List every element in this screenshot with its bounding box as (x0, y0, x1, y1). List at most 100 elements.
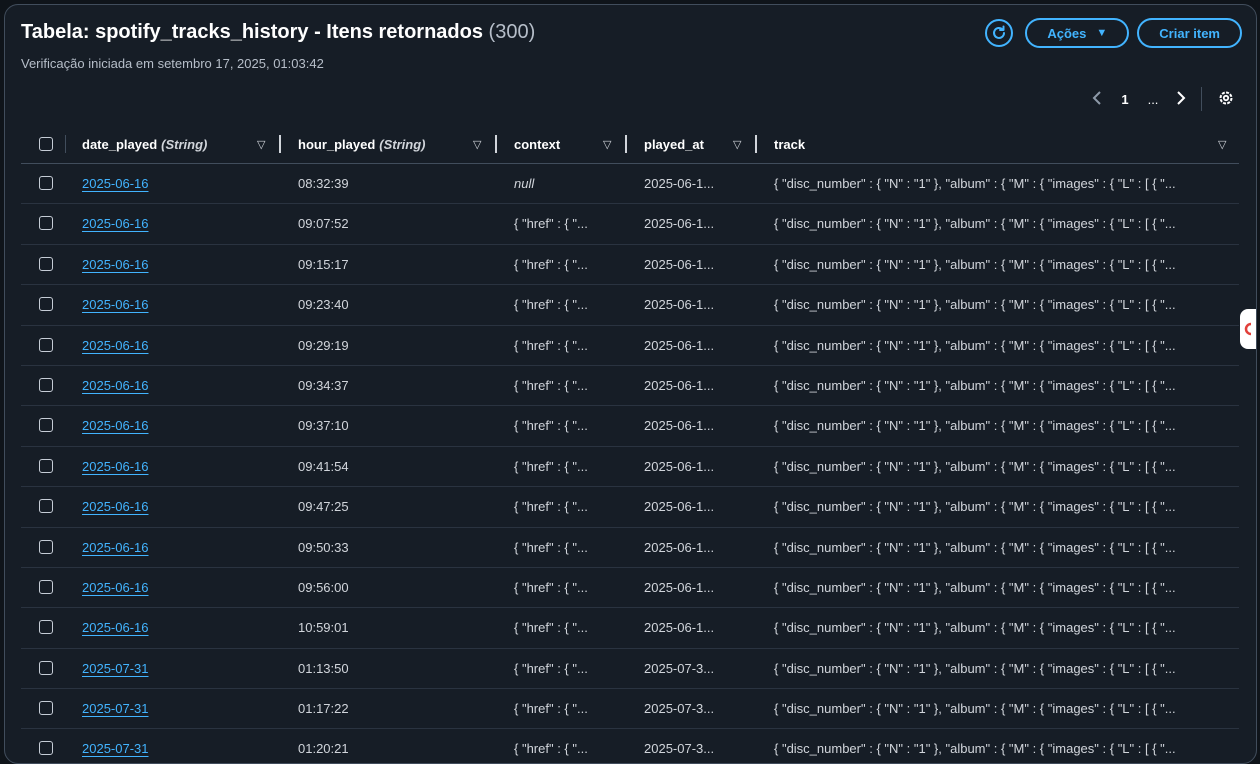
date-played-link[interactable]: 2025-06-16 (82, 620, 149, 635)
row-checkbox[interactable] (39, 660, 53, 675)
row-checkbox[interactable] (39, 418, 53, 433)
row-checkbox[interactable] (39, 499, 53, 514)
table-row[interactable]: 2025-06-16 09:37:10 { "href" : { "... 2025-… (21, 406, 1239, 447)
column-type: (String) (379, 136, 426, 152)
table-row[interactable]: 2025-06-16 08:32:39 null 2025-06-1... { "dis… (21, 164, 1239, 205)
table-cell: 2025-06-1... (644, 608, 749, 647)
table-row[interactable]: 2025-06-16 09:56:00 { "href" : { "... 2025-… (21, 568, 1239, 609)
column-header-date-played[interactable]: date_played (String) (82, 125, 207, 163)
date-played-link[interactable]: 2025-06-16 (82, 338, 149, 353)
cell-context: { "href" : { "... (514, 539, 588, 555)
table-cell: 2025-06-1... (644, 528, 749, 567)
create-item-button[interactable]: Criar item (1137, 18, 1242, 48)
row-checkbox[interactable] (39, 579, 53, 594)
row-checkbox[interactable] (39, 256, 53, 271)
column-header-played-at[interactable]: played_at (644, 125, 704, 163)
row-checkbox[interactable] (39, 620, 53, 635)
table-row[interactable]: 2025-06-16 09:41:54 { "href" : { "... 2025-… (21, 447, 1239, 488)
table-cell: 09:23:40 (298, 285, 488, 324)
column-resize-handle[interactable] (755, 135, 757, 153)
cell-track: { "disc_number" : { "N" : "1" }, "album"… (774, 741, 1176, 757)
pagination-ellipsis[interactable]: ... (1139, 92, 1167, 107)
row-checkbox[interactable] (39, 377, 53, 392)
cell-track: { "disc_number" : { "N" : "1" }, "album"… (774, 377, 1176, 393)
date-played-link[interactable]: 2025-06-16 (82, 378, 149, 393)
sort-down-icon[interactable]: ▽ (603, 125, 611, 163)
cell-context: { "href" : { "... (514, 499, 588, 515)
column-resize-handle[interactable] (625, 135, 627, 153)
row-checkbox[interactable] (39, 297, 53, 312)
cell-context: { "href" : { "... (514, 620, 588, 636)
table-row[interactable]: 2025-06-16 09:47:25 { "href" : { "... 2025-… (21, 487, 1239, 528)
table-row[interactable]: 2025-07-31 01:13:50 { "href" : { "... 2025-… (21, 649, 1239, 690)
cell-played-at: 2025-06-1... (644, 499, 715, 515)
column-resize-handle[interactable] (279, 135, 281, 153)
date-played-link[interactable]: 2025-06-16 (82, 176, 149, 191)
date-played-link[interactable]: 2025-06-16 (82, 499, 149, 514)
column-header-hour-played[interactable]: hour_played (String) (298, 125, 426, 163)
sort-down-icon[interactable]: ▽ (733, 125, 741, 163)
table-cell: 2025-06-16 (82, 447, 272, 486)
table-cell: { "href" : { "... (514, 689, 619, 728)
table-cell: { "href" : { "... (514, 366, 619, 405)
cell-track: { "disc_number" : { "N" : "1" }, "album"… (774, 620, 1176, 636)
row-checkbox[interactable] (39, 337, 53, 352)
previous-page-button[interactable] (1083, 90, 1111, 108)
cell-context: { "href" : { "... (514, 337, 588, 353)
actions-dropdown-button[interactable]: Ações ▼ (1025, 18, 1130, 48)
cell-hour-played: 08:32:39 (298, 176, 349, 191)
column-header-context[interactable]: context (514, 125, 560, 163)
table-row[interactable]: 2025-06-16 09:15:17 { "href" : { "... 2025-… (21, 245, 1239, 286)
date-played-link[interactable]: 2025-07-31 (82, 701, 149, 716)
table-cell: 2025-06-16 (82, 164, 272, 203)
sort-down-icon[interactable]: ▽ (1218, 125, 1226, 163)
date-played-link[interactable]: 2025-06-16 (82, 540, 149, 555)
table-row[interactable]: 2025-06-16 09:29:19 { "href" : { "... 2025-… (21, 326, 1239, 366)
table-cell: 09:56:00 (298, 568, 488, 607)
table-row[interactable]: 2025-06-16 09:23:40 { "href" : { "... 2025-… (21, 285, 1239, 326)
widget-icon (1244, 322, 1252, 336)
row-checkbox[interactable] (39, 176, 53, 190)
column-resize-handle[interactable] (495, 135, 497, 153)
table-cell: 2025-06-1... (644, 366, 749, 405)
row-checkbox[interactable] (39, 539, 53, 554)
table-cell: 09:37:10 (298, 406, 488, 445)
date-played-link[interactable]: 2025-06-16 (82, 257, 149, 272)
table-cell: { "disc_number" : { "N" : "1" }, "album"… (774, 447, 1234, 486)
header-actions: Ações ▼ Criar item (985, 18, 1242, 48)
table-row[interactable]: 2025-06-16 09:07:52 { "href" : { "... 2025-… (21, 204, 1239, 245)
page-number-current[interactable]: 1 (1111, 92, 1139, 107)
next-page-button[interactable] (1167, 90, 1195, 108)
table-row[interactable]: 2025-06-16 09:34:37 { "href" : { "... 2025-… (21, 366, 1239, 407)
date-played-link[interactable]: 2025-06-16 (82, 297, 149, 312)
table-row[interactable]: 2025-06-16 09:50:33 { "href" : { "... 2025-… (21, 528, 1239, 568)
row-checkbox[interactable] (39, 741, 53, 756)
side-widget-tab[interactable] (1240, 309, 1256, 349)
pagination-divider (1201, 87, 1202, 111)
table-preferences-button[interactable] (1212, 89, 1240, 110)
date-played-link[interactable]: 2025-06-16 (82, 216, 149, 231)
table-row[interactable]: 2025-07-31 01:20:21 { "href" : { "... 2025-… (21, 729, 1239, 763)
date-played-link[interactable]: 2025-07-31 (82, 661, 149, 676)
cell-played-at: 2025-06-1... (644, 458, 715, 474)
cell-played-at: 2025-06-1... (644, 337, 715, 353)
column-header-track[interactable]: track (774, 125, 805, 163)
row-checkbox[interactable] (39, 458, 53, 473)
date-played-link[interactable]: 2025-06-16 (82, 418, 149, 433)
select-all-checkbox[interactable] (39, 137, 53, 151)
sort-down-icon[interactable]: ▽ (257, 125, 265, 163)
table-cell: 2025-06-1... (644, 285, 749, 324)
date-played-link[interactable]: 2025-07-31 (82, 741, 149, 756)
date-played-link[interactable]: 2025-06-16 (82, 459, 149, 474)
table-row[interactable]: 2025-06-16 10:59:01 { "href" : { "... 2025-… (21, 608, 1239, 649)
table-row[interactable]: 2025-07-31 01:17:22 { "href" : { "... 2025-… (21, 689, 1239, 730)
sort-down-icon[interactable]: ▽ (473, 125, 481, 163)
refresh-button[interactable] (985, 19, 1014, 47)
table-cell: { "disc_number" : { "N" : "1" }, "album"… (774, 366, 1234, 405)
row-checkbox[interactable] (39, 701, 53, 716)
row-checkbox[interactable] (39, 216, 53, 231)
cell-track: { "disc_number" : { "N" : "1" }, "album"… (774, 176, 1176, 191)
table-cell: 2025-07-31 (82, 729, 272, 763)
date-played-link[interactable]: 2025-06-16 (82, 580, 149, 595)
cell-context: { "href" : { "... (514, 458, 588, 474)
